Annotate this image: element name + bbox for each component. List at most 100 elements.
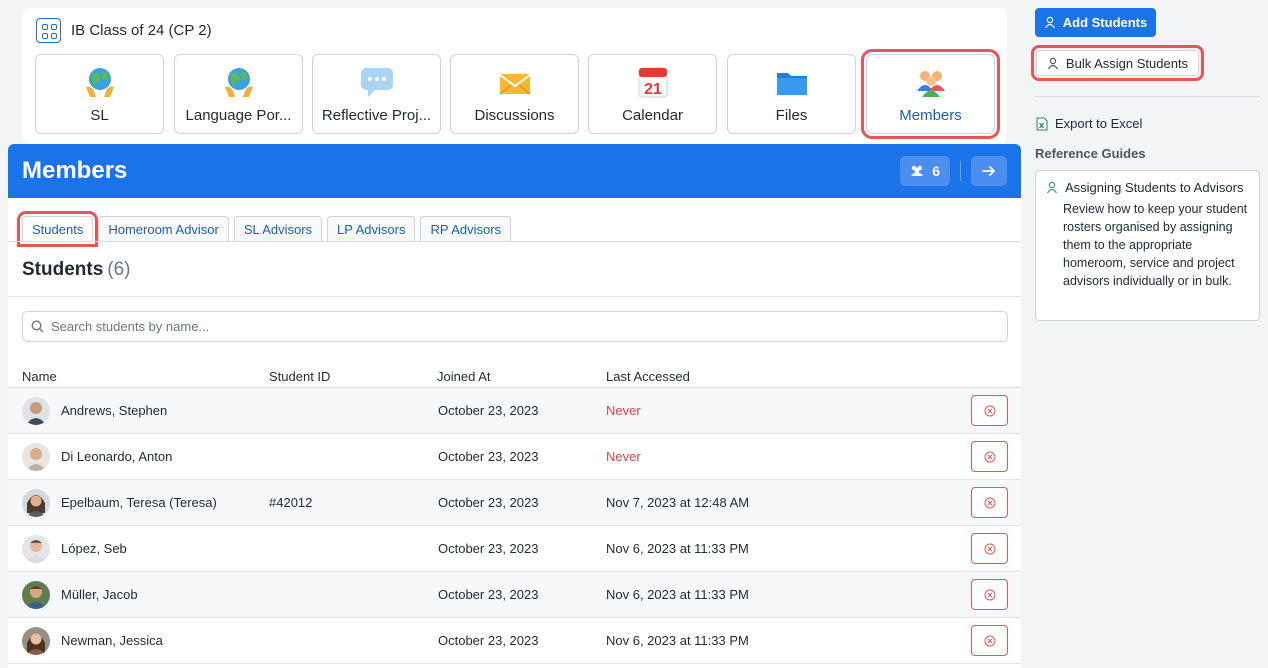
remove-student-button[interactable] xyxy=(971,533,1008,564)
last-accessed: Nov 7, 2023 at 12:48 AM xyxy=(606,495,750,510)
member-count-button[interactable]: 6 xyxy=(900,156,950,186)
header-divider xyxy=(960,161,961,181)
tab-sl-advisors[interactable]: SL Advisors xyxy=(233,216,323,242)
tile-label: Files xyxy=(775,107,808,124)
guide-description: Review how to keep your student rosters … xyxy=(1063,202,1248,288)
users-icon xyxy=(911,165,924,176)
tile-members[interactable]: Members xyxy=(861,49,1000,139)
globe-hands-icon xyxy=(85,68,114,97)
student-name[interactable]: López, Seb xyxy=(61,541,127,556)
avatar xyxy=(22,397,50,425)
tile-label: SL xyxy=(90,107,109,124)
avatar xyxy=(22,443,50,471)
table-row: Andrews, Stephen October 23, 2023 Never xyxy=(8,388,1021,434)
joined-at: October 23, 2023 xyxy=(438,403,539,418)
section-count: (6) xyxy=(107,259,131,280)
user-guide-icon xyxy=(1046,181,1058,194)
search-icon xyxy=(31,320,44,333)
col-last-accessed[interactable]: Last Accessed xyxy=(606,369,690,384)
member-tabs: Students Homeroom Advisor SL Advisors LP… xyxy=(16,211,512,247)
sidebar-divider xyxy=(1035,96,1260,97)
joined-at: October 23, 2023 xyxy=(438,449,539,464)
members-header: Members 6 xyxy=(8,144,1021,198)
remove-circle-icon xyxy=(984,589,995,600)
guide-title: Assigning Students to Advisors xyxy=(1065,180,1244,195)
search-input[interactable] xyxy=(51,319,999,334)
bulk-assign-button[interactable]: Bulk Assign Students xyxy=(1031,45,1204,81)
class-grid-icon xyxy=(36,18,61,43)
folder-icon xyxy=(776,73,807,95)
people-group-icon xyxy=(916,71,945,97)
student-name[interactable]: Epelbaum, Teresa (Teresa) xyxy=(61,495,217,510)
joined-at: October 23, 2023 xyxy=(438,633,539,648)
export-excel-link[interactable]: Export to Excel xyxy=(1036,116,1142,131)
export-label: Export to Excel xyxy=(1055,116,1143,131)
open-members-button[interactable] xyxy=(971,156,1007,186)
reference-guide-card[interactable]: Assigning Students to Advisors Review ho… xyxy=(1035,170,1260,321)
remove-student-button[interactable] xyxy=(971,395,1008,426)
remove-circle-icon xyxy=(984,497,995,508)
tile-reflective-project[interactable]: Reflective Proj... xyxy=(312,54,441,134)
tile-label: Language Por... xyxy=(185,107,292,124)
student-name[interactable]: Müller, Jacob xyxy=(61,587,138,602)
tile-files[interactable]: Files xyxy=(727,54,856,134)
excel-file-icon xyxy=(1036,117,1048,130)
last-accessed: Nov 6, 2023 at 11:33 PM xyxy=(606,633,749,648)
remove-circle-icon xyxy=(984,543,995,554)
remove-circle-icon xyxy=(984,635,995,646)
remove-student-button[interactable] xyxy=(971,625,1008,656)
members-title: Members xyxy=(22,157,128,184)
add-students-button[interactable]: Add Students xyxy=(1035,8,1156,37)
user-assign-icon xyxy=(1047,57,1058,69)
class-title: IB Class of 24 (CP 2) xyxy=(71,22,212,39)
tile-label: Calendar xyxy=(622,107,683,124)
last-accessed: Nov 6, 2023 at 11:33 PM xyxy=(606,587,749,602)
tab-divider xyxy=(8,241,1021,242)
tile-calendar[interactable]: 21 Calendar xyxy=(588,54,717,134)
last-accessed: Never xyxy=(606,403,641,418)
last-accessed: Never xyxy=(606,449,641,464)
remove-circle-icon xyxy=(984,405,995,416)
arrow-right-icon xyxy=(982,166,996,176)
section-title-text: Students xyxy=(22,259,104,280)
table-row: Epelbaum, Teresa (Teresa) #42012 October… xyxy=(8,480,1021,526)
search-box xyxy=(22,311,1008,342)
guide-header: Assigning Students to Advisors xyxy=(1046,180,1249,195)
avatar xyxy=(22,627,50,655)
remove-student-button[interactable] xyxy=(971,487,1008,518)
table-row: Di Leonardo, Anton October 23, 2023 Neve… xyxy=(8,434,1021,480)
tile-language-portfolio[interactable]: Language Por... xyxy=(174,54,303,134)
tab-lp-advisors[interactable]: LP Advisors xyxy=(327,216,416,242)
table-row: Müller, Jacob October 23, 2023 Nov 6, 20… xyxy=(8,572,1021,618)
remove-student-button[interactable] xyxy=(971,441,1008,472)
student-id: #42012 xyxy=(269,495,313,510)
table-header: Name Student ID Joined At Last Accessed xyxy=(8,352,1021,388)
last-accessed: Nov 6, 2023 at 11:33 PM xyxy=(606,541,749,556)
student-name[interactable]: Newman, Jessica xyxy=(61,633,163,648)
add-user-icon xyxy=(1044,16,1055,29)
remove-student-button[interactable] xyxy=(971,579,1008,610)
tile-label: Discussions xyxy=(474,107,555,124)
members-panel: Members 6 Students Homeroom Advisor SL A… xyxy=(8,144,1021,668)
avatar xyxy=(22,489,50,517)
class-panel: IB Class of 24 (CP 2) SL Language Por...… xyxy=(22,8,1007,144)
tab-rp-advisors[interactable]: RP Advisors xyxy=(420,216,512,242)
col-joined-at[interactable]: Joined At xyxy=(437,369,491,384)
student-name[interactable]: Di Leonardo, Anton xyxy=(61,449,172,464)
calendar-day: 21 xyxy=(644,81,662,98)
speech-bubble-icon xyxy=(360,68,393,97)
tile-discussions[interactable]: Discussions xyxy=(450,54,579,134)
joined-at: October 23, 2023 xyxy=(438,495,539,510)
table-row: López, Seb October 23, 2023 Nov 6, 2023 … xyxy=(8,526,1021,572)
col-name[interactable]: Name xyxy=(22,369,57,384)
joined-at: October 23, 2023 xyxy=(438,541,539,556)
col-student-id[interactable]: Student ID xyxy=(269,369,330,384)
avatar xyxy=(22,581,50,609)
tab-students[interactable]: Students xyxy=(16,211,99,247)
tab-homeroom-advisor[interactable]: Homeroom Advisor xyxy=(98,216,229,242)
globe-hands-icon xyxy=(224,68,253,97)
student-name[interactable]: Andrews, Stephen xyxy=(61,403,167,418)
tile-sl[interactable]: SL xyxy=(35,54,164,134)
calendar-icon: 21 xyxy=(638,67,667,98)
tile-label: Members xyxy=(899,107,962,124)
